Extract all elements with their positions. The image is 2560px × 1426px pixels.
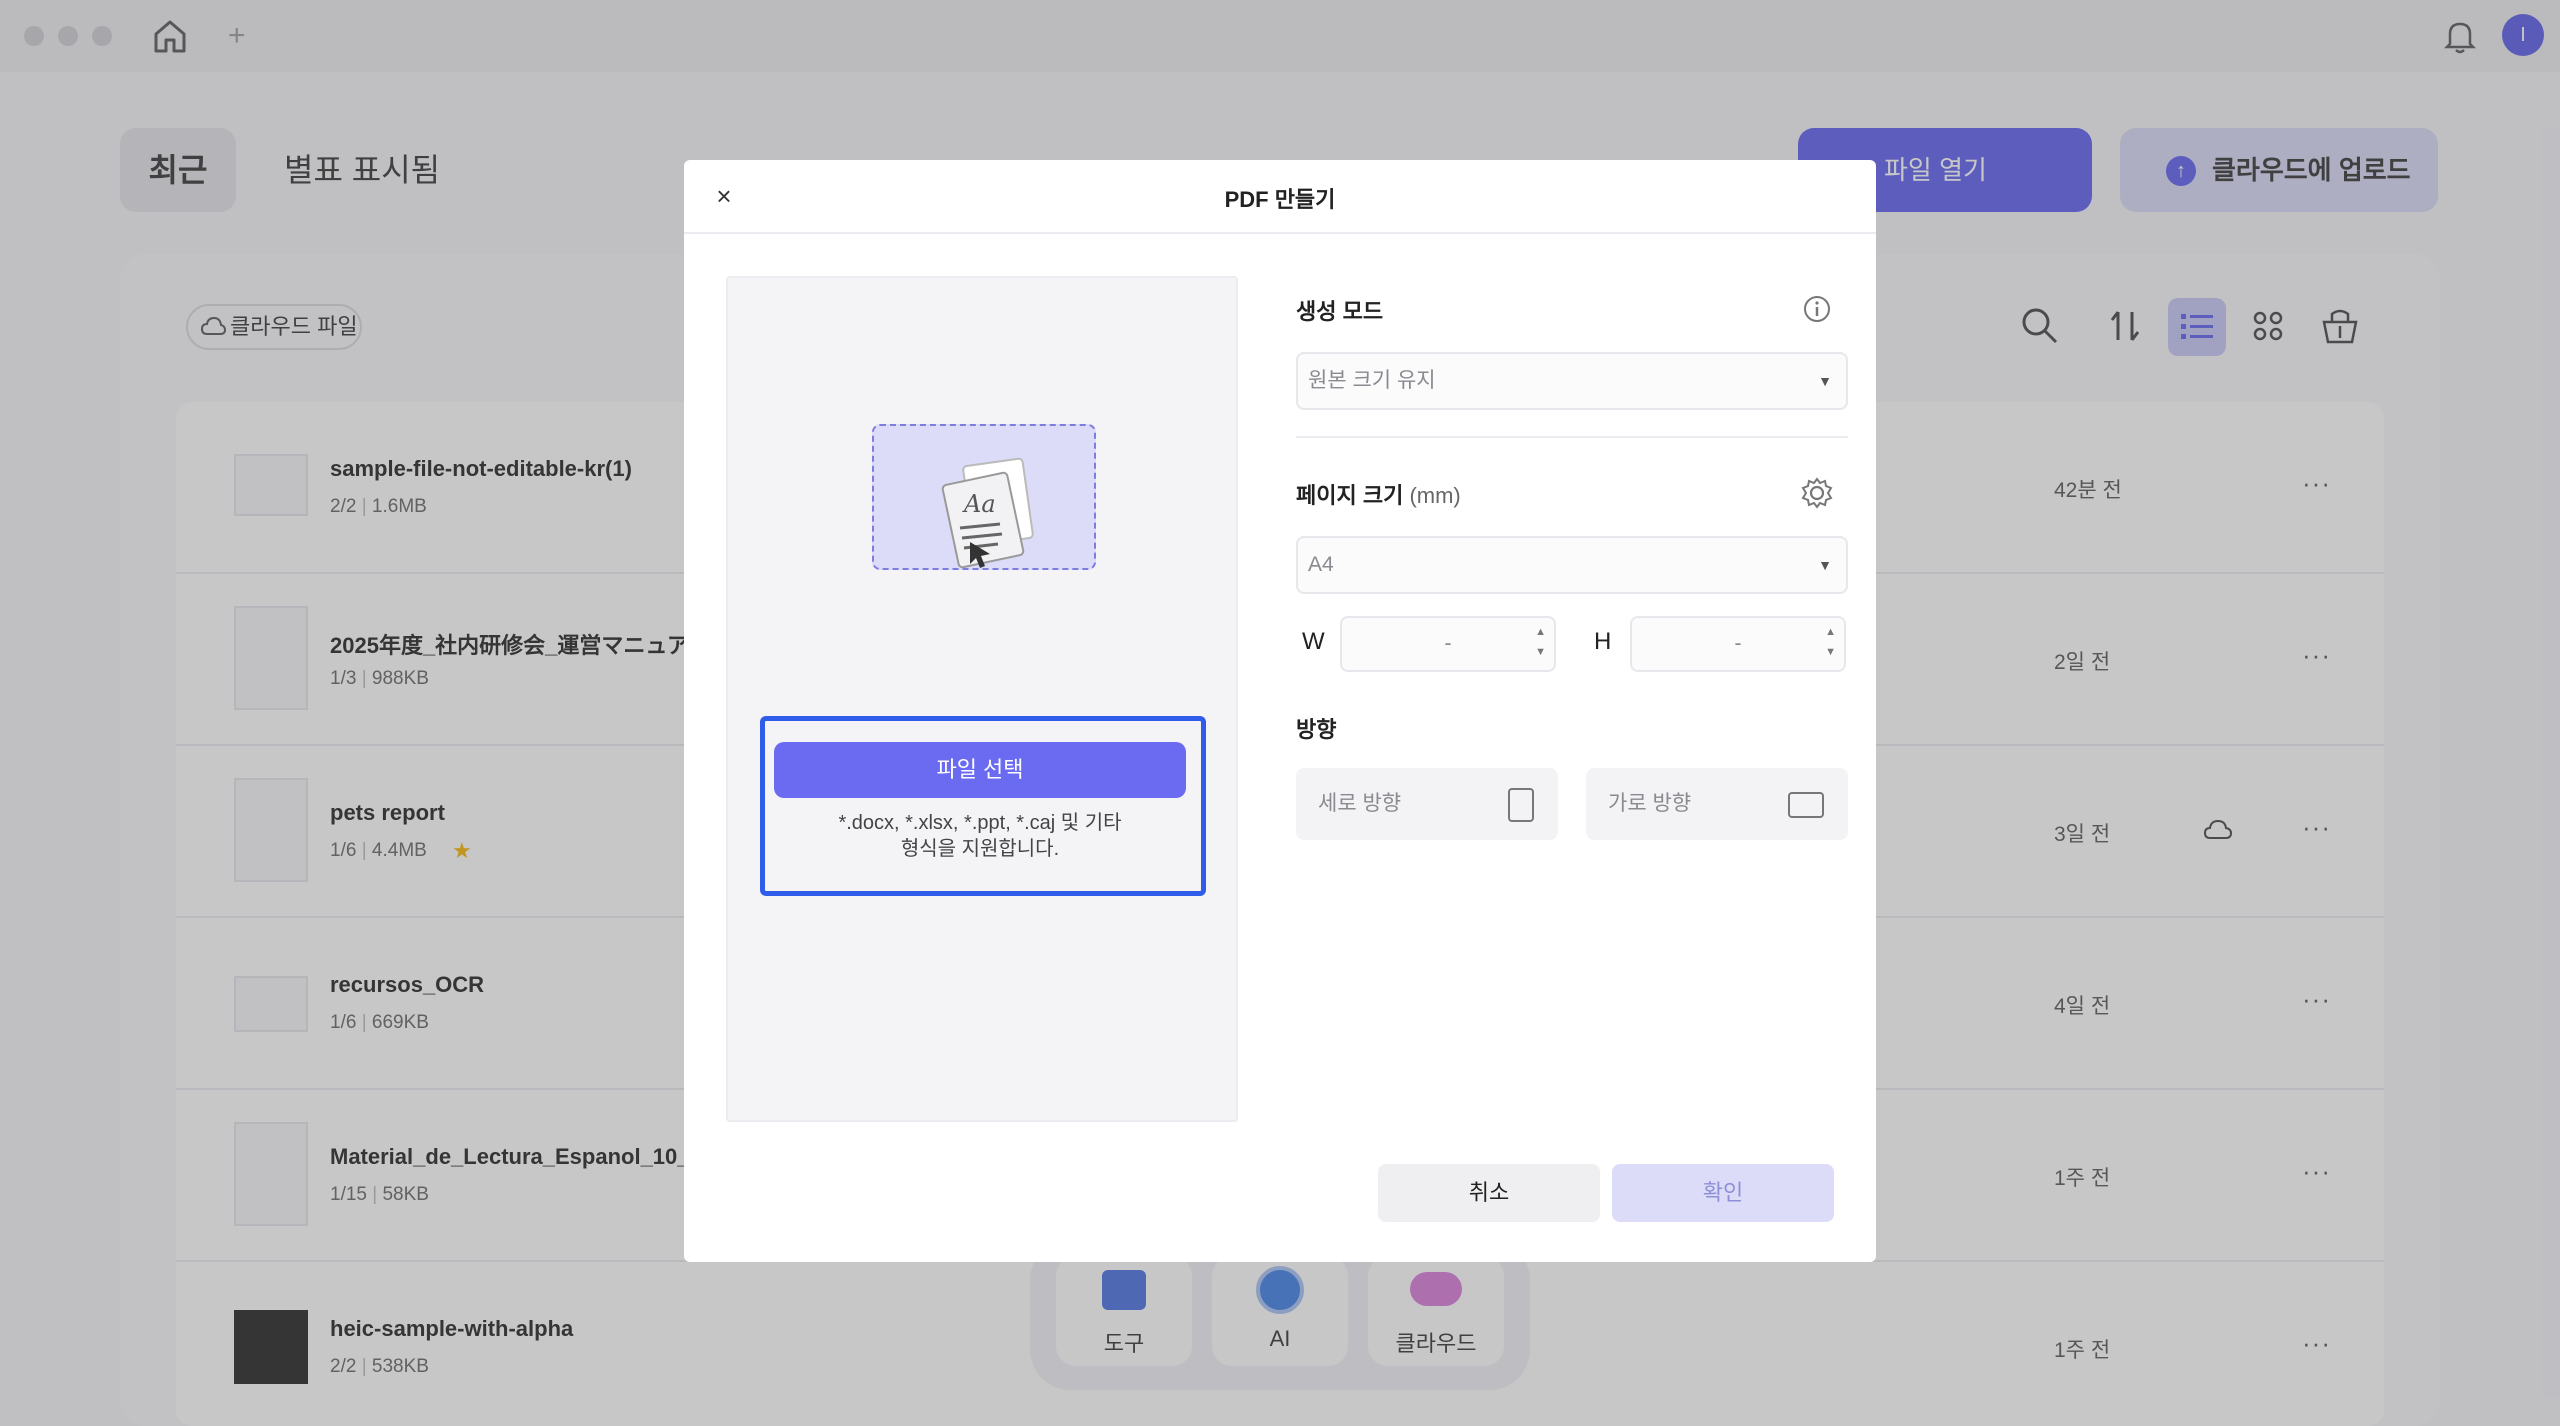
orientation-label: 방향 bbox=[1296, 717, 1337, 742]
document-stack-icon: Aa bbox=[872, 424, 1096, 570]
width-value: - bbox=[1444, 632, 1452, 655]
info-icon[interactable] bbox=[1802, 294, 1832, 324]
landscape-label: 가로 방향 bbox=[1608, 792, 1692, 815]
create-pdf-dialog: × PDF 만들기 Aa 파일 선택 *.docx, *.xlsx, *.ppt… bbox=[684, 160, 1876, 1262]
page-size-label: 페이지 크기 (mm) bbox=[1296, 483, 1461, 508]
page-size-select-value: A4 bbox=[1308, 553, 1334, 576]
portrait-label: 세로 방향 bbox=[1318, 792, 1402, 815]
page-size-select[interactable]: A4 ▼ bbox=[1296, 536, 1848, 594]
stepper-arrows-icon[interactable]: ▲ ▼ bbox=[1535, 622, 1546, 662]
mode-select-value: 원본 크기 유지 bbox=[1308, 369, 1436, 392]
portrait-page-icon bbox=[1508, 788, 1534, 822]
landscape-option[interactable]: 가로 방향 bbox=[1586, 768, 1848, 840]
height-label: H bbox=[1594, 628, 1612, 655]
portrait-option[interactable]: 세로 방향 bbox=[1296, 768, 1558, 840]
stepper-arrows-icon[interactable]: ▲ ▼ bbox=[1825, 622, 1836, 662]
width-stepper[interactable]: - ▲ ▼ bbox=[1340, 616, 1556, 672]
height-stepper[interactable]: - ▲ ▼ bbox=[1630, 616, 1846, 672]
choose-file-button[interactable]: 파일 선택 bbox=[774, 742, 1186, 798]
gear-icon[interactable] bbox=[1800, 476, 1834, 510]
dialog-title: PDF 만들기 bbox=[1224, 187, 1336, 212]
file-drop-area[interactable] bbox=[726, 276, 1238, 1122]
chevron-down-icon: ▼ bbox=[1818, 557, 1832, 573]
mode-select[interactable]: 원본 크기 유지 ▼ bbox=[1296, 352, 1848, 410]
width-label: W bbox=[1302, 628, 1325, 655]
mode-label: 생성 모드 bbox=[1296, 299, 1384, 324]
chevron-down-icon: ▼ bbox=[1818, 373, 1832, 389]
svg-text:Aa: Aa bbox=[962, 490, 996, 518]
cancel-button[interactable]: 취소 bbox=[1378, 1164, 1600, 1222]
dialog-header: × PDF 만들기 bbox=[684, 160, 1876, 234]
landscape-page-icon bbox=[1788, 792, 1824, 818]
height-value: - bbox=[1734, 632, 1742, 655]
divider bbox=[1296, 436, 1848, 438]
confirm-button[interactable]: 확인 bbox=[1612, 1164, 1834, 1222]
supported-formats-text: *.docx, *.xlsx, *.ppt, *.caj 및 기타 형식을 지원… bbox=[838, 812, 1122, 860]
